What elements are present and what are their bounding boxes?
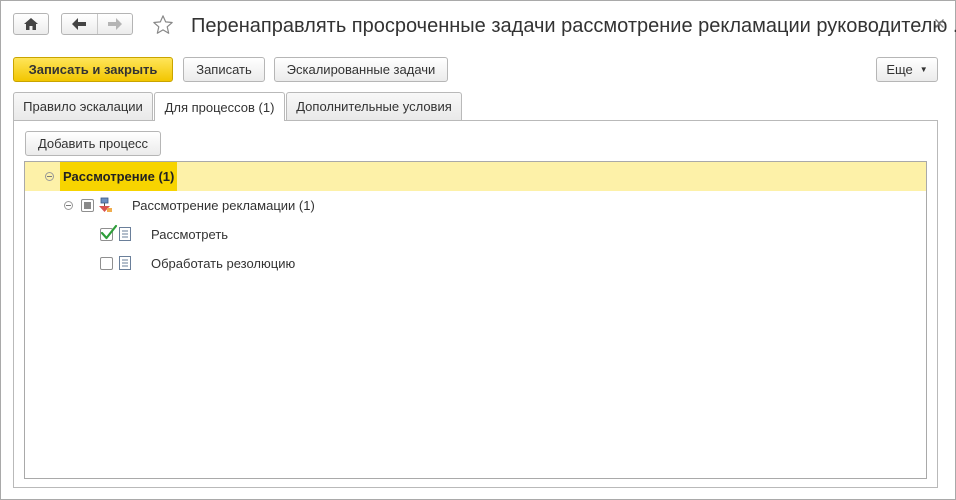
task-label: Обработать резолюцию xyxy=(151,256,296,271)
task-label: Рассмотреть xyxy=(151,227,229,242)
tab-escalation-rule[interactable]: Правило эскалации xyxy=(13,92,153,120)
process-icon xyxy=(99,197,112,212)
forward-button[interactable] xyxy=(96,14,133,34)
tree-row-group[interactable]: Рассмотрение (1) xyxy=(25,162,926,191)
tree-row-task[interactable]: Рассмотреть xyxy=(25,220,926,249)
escalated-tasks-button[interactable]: Эскалированные задачи xyxy=(274,57,448,82)
tree-row-task[interactable]: Обработать резолюцию xyxy=(25,249,926,278)
home-icon xyxy=(24,18,38,30)
home-button[interactable] xyxy=(13,13,49,35)
caret-down-icon: ▼ xyxy=(919,65,928,74)
close-icon xyxy=(934,18,944,28)
collapse-toggle-icon[interactable] xyxy=(45,172,54,181)
more-menu-button[interactable]: Еще ▼ xyxy=(876,57,938,82)
window-title: Перенаправлять просроченные задачи рассм… xyxy=(191,15,956,37)
arrow-left-icon xyxy=(72,18,87,30)
arrow-right-icon xyxy=(107,18,122,30)
tree-row-process[interactable]: Рассмотрение рекламации (1) xyxy=(25,191,926,220)
save-button[interactable]: Записать xyxy=(183,57,265,82)
task-checkbox[interactable] xyxy=(100,257,113,270)
process-checkbox[interactable] xyxy=(81,199,94,212)
task-icon xyxy=(119,256,131,270)
process-label: Рассмотрение рекламации (1) xyxy=(132,198,315,213)
form-window: Перенаправлять просроченные задачи рассм… xyxy=(0,0,956,500)
close-button[interactable] xyxy=(931,15,947,31)
task-icon xyxy=(119,227,131,241)
process-tree[interactable]: Рассмотрение (1) Рассмотрение рекламации… xyxy=(24,161,927,479)
tab-additional-conditions[interactable]: Дополнительные условия xyxy=(286,92,462,120)
group-label: Рассмотрение (1) xyxy=(60,162,178,191)
back-button[interactable] xyxy=(62,14,97,34)
tab-for-processes[interactable]: Для процессов (1) xyxy=(154,92,285,121)
checkmark-icon xyxy=(100,224,118,240)
save-and-close-button[interactable]: Записать и закрыть xyxy=(13,57,173,82)
favorite-button[interactable] xyxy=(150,12,176,38)
navigation-group xyxy=(61,13,133,35)
more-label: Еще xyxy=(886,62,913,77)
collapse-toggle-icon[interactable] xyxy=(64,201,73,210)
add-process-button[interactable]: Добавить процесс xyxy=(25,131,161,156)
star-icon xyxy=(153,15,173,34)
